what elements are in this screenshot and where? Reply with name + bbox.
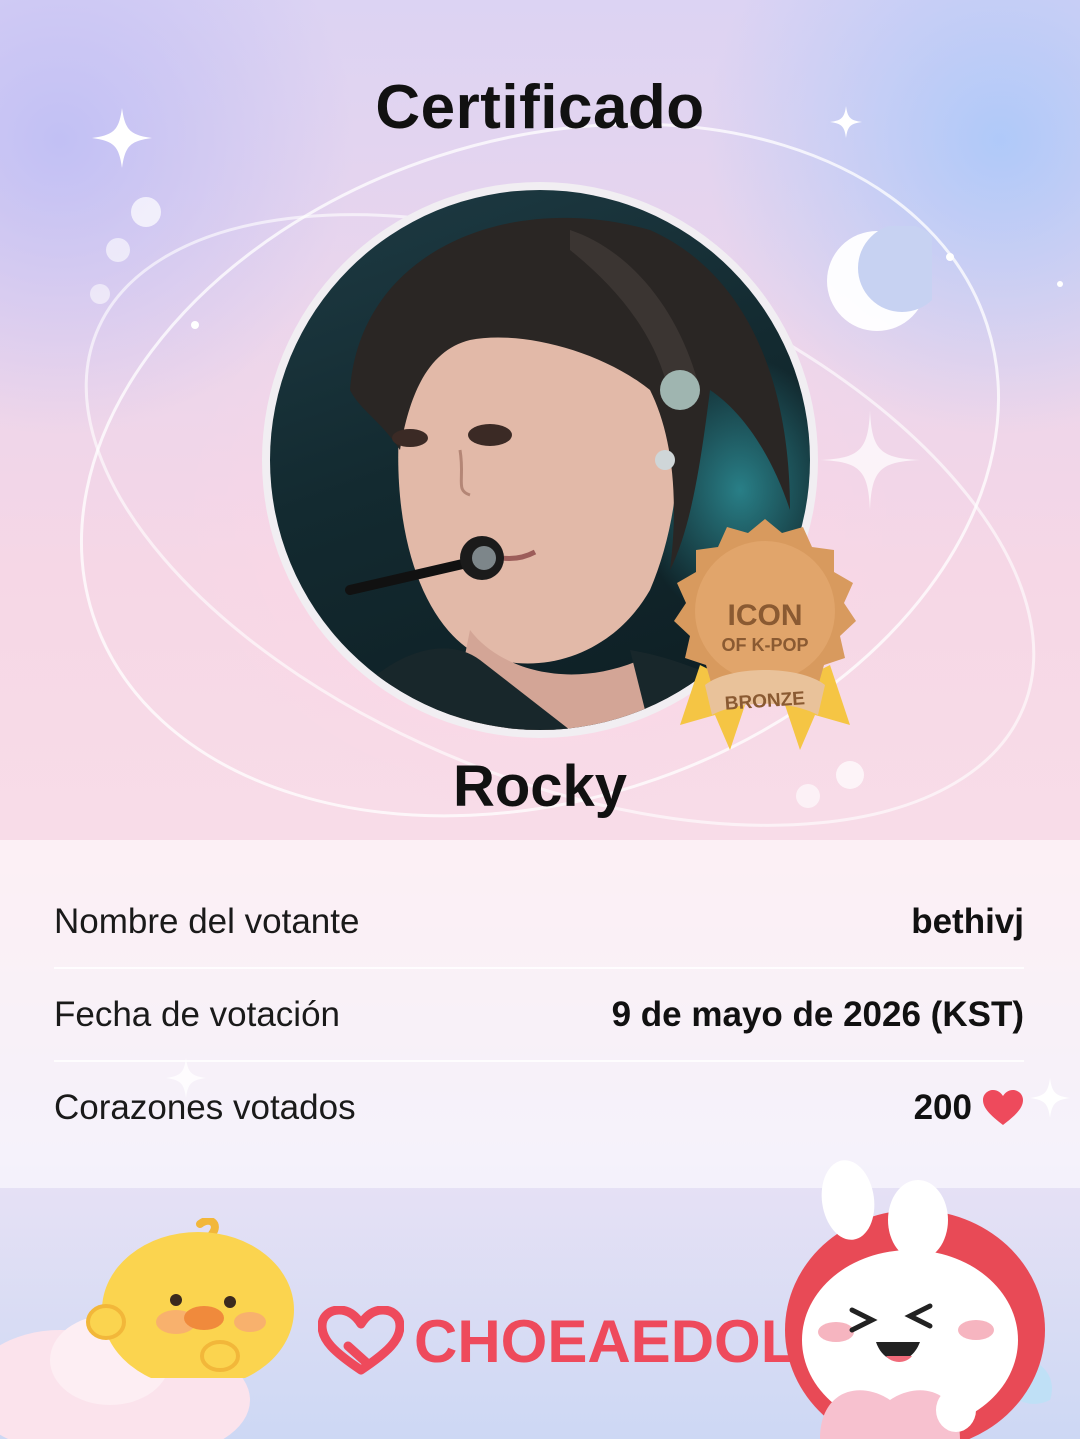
vote-date-label: Fecha de votación (54, 995, 341, 1034)
bunny-mascot-icon (785, 1160, 1052, 1439)
badge-line2: OF K-POP (721, 635, 808, 655)
certificate-card: Certificado ICON OF K-POP BRONZE Rocky N… (0, 0, 1080, 1439)
sparkle-icon (820, 410, 920, 510)
hearts-voted-row: Corazones votados 200 (54, 1062, 1024, 1154)
chick-mascot-icon (86, 1218, 294, 1378)
badge-line1: ICON (728, 599, 803, 632)
hearts-voted-value: 200 (913, 1088, 972, 1127)
hearts-voted-value-group: 200 (914, 1088, 1024, 1128)
brand-name: CHOEAEDOL (414, 1307, 798, 1375)
brand-logo: CHOEAEDOL (318, 1306, 797, 1376)
vote-date-value: 9 de mayo de 2026 (KST) (611, 995, 1024, 1034)
voter-name-label: Nombre del votante (54, 902, 360, 941)
page-title: Certificado (375, 73, 705, 142)
bronze-badge: ICON OF K-POP BRONZE (674, 519, 856, 750)
idol-name: Rocky (452, 754, 628, 819)
choeaedol-heart-logo-icon (318, 1306, 404, 1375)
hearts-voted-label: Corazones votados (54, 1088, 356, 1127)
voter-name-row: Nombre del votante bethivj (54, 876, 1024, 968)
vote-date-row: Fecha de votación 9 de mayo de 2026 (KST… (54, 969, 1024, 1061)
voter-name-value: bethivj (911, 902, 1024, 941)
heart-icon (983, 1090, 1023, 1125)
crescent-moon-icon (827, 226, 932, 331)
